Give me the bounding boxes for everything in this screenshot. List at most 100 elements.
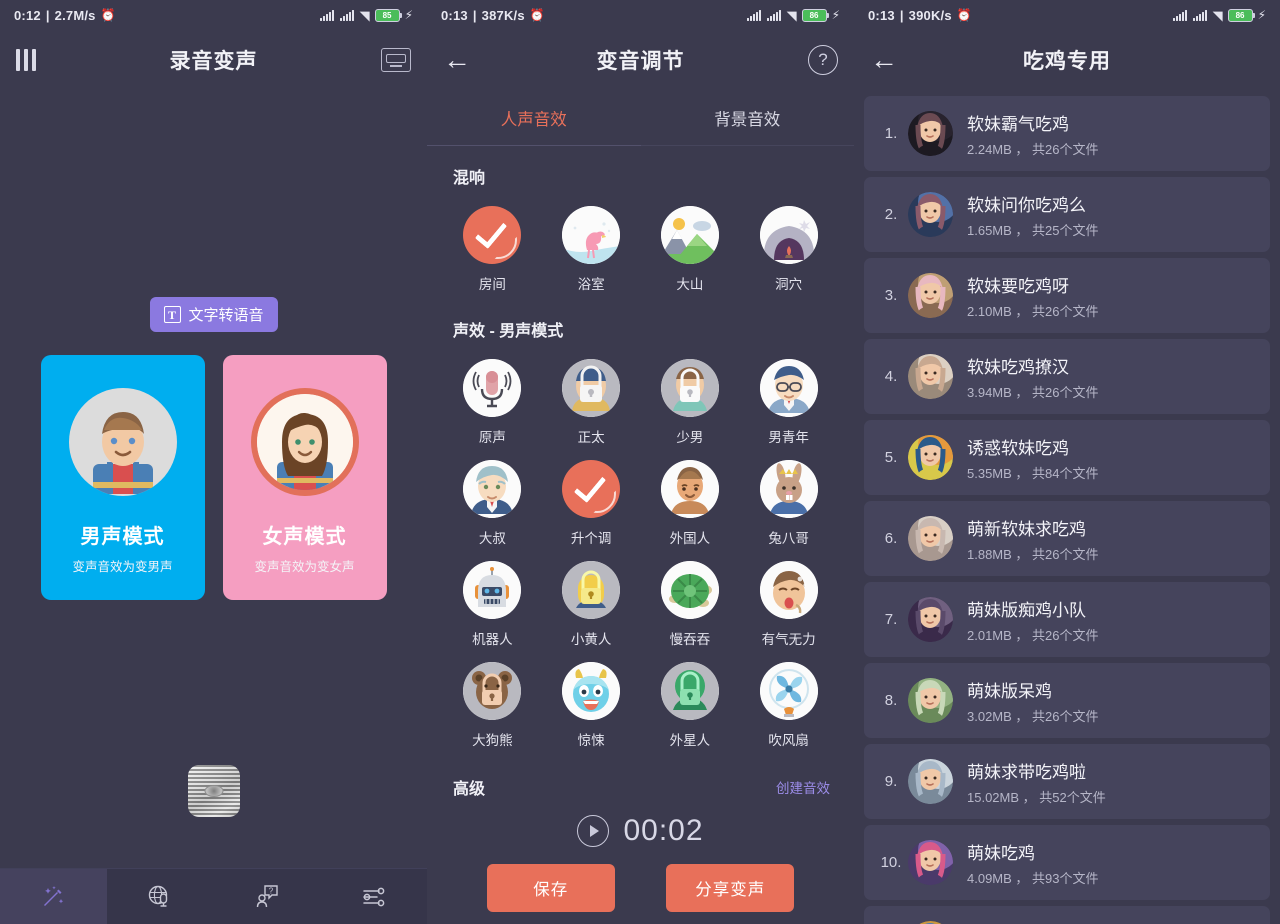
status-speed: 390K/s bbox=[908, 7, 952, 23]
voice-pack-row[interactable]: 3. 软妹要吃鸡呀 2.10MB ， 共26个文件 bbox=[864, 258, 1270, 333]
effect-item-label: 惊悚 bbox=[577, 733, 605, 748]
voice-pack-row[interactable]: 9. 萌妹求带吃鸡啦 15.02MB ， 共52个文件 bbox=[864, 744, 1270, 819]
male-avatar bbox=[68, 388, 177, 496]
title-bar-2: ← 变音调节 ? bbox=[427, 30, 854, 90]
effect-item-slow[interactable]: 慢吞吞 bbox=[641, 553, 740, 654]
section-effects-title: 声效 - 男声模式 bbox=[427, 299, 854, 347]
back-button[interactable]: ← bbox=[870, 46, 898, 74]
status-sep: | bbox=[472, 7, 477, 23]
effect-item-label: 外星人 bbox=[669, 733, 711, 748]
pack-title: 诱惑软妹吃鸡 bbox=[967, 438, 1069, 458]
play-icon[interactable] bbox=[577, 815, 610, 847]
mountain-icon bbox=[660, 206, 719, 264]
alarm-icon: ⏰ bbox=[529, 8, 545, 22]
voice-pack-row[interactable]: 6. 萌新软妹求吃鸡 1.88MB ， 共26个文件 bbox=[864, 501, 1270, 576]
row-index: 9. bbox=[884, 773, 898, 790]
text-to-speech-button[interactable]: T 文字转语音 bbox=[149, 297, 278, 332]
old-man-icon bbox=[463, 460, 522, 518]
tab-background-effects[interactable]: 背景音效 bbox=[641, 90, 855, 145]
cave-icon bbox=[759, 206, 818, 264]
effect-tabs: 人声音效 背景音效 bbox=[427, 90, 854, 146]
voice-pack-row[interactable]: 1. 软妹霸气吃鸡 2.24MB ， 共26个文件 bbox=[864, 96, 1270, 171]
status-speed: 2.7M/s bbox=[54, 7, 96, 23]
hamburger-icon[interactable] bbox=[16, 49, 36, 71]
male-mode-subtitle: 变声音效为变男声 bbox=[72, 560, 173, 574]
avatar bbox=[908, 111, 953, 156]
reverb-grid: 房间 浴室 大山 洞穴 bbox=[427, 194, 854, 299]
wifi-icon: ◥ bbox=[359, 7, 370, 23]
effect-item-teen[interactable]: 少男 bbox=[641, 351, 740, 452]
status-sep: | bbox=[45, 7, 50, 23]
effect-item-label: 大狗熊 bbox=[472, 733, 513, 748]
recordings-button[interactable] bbox=[381, 48, 411, 72]
effect-item-young-man[interactable]: 男青年 bbox=[739, 351, 838, 452]
row-index: 2. bbox=[884, 206, 898, 223]
rabbit-icon bbox=[759, 460, 818, 518]
nav-item-changer[interactable] bbox=[0, 869, 107, 924]
female-mode-card[interactable]: 女声模式 变声音效为变女声 bbox=[222, 355, 387, 600]
pack-title: 萌妹吃鸡 bbox=[967, 843, 1035, 863]
playback-timer: 00:02 bbox=[623, 814, 704, 847]
tab-voice-effects[interactable]: 人声音效 bbox=[427, 90, 641, 146]
settings-sliders-icon bbox=[362, 887, 384, 906]
robot-icon bbox=[463, 561, 522, 619]
status-sep: | bbox=[899, 7, 904, 23]
reverb-item-bathroom[interactable]: 浴室 bbox=[542, 198, 641, 299]
create-effect-link[interactable]: 创建音效 bbox=[776, 777, 854, 797]
wifi-icon: ◥ bbox=[1212, 7, 1223, 23]
help-button[interactable]: ? bbox=[808, 45, 838, 75]
audio-player: 00:02 bbox=[427, 814, 854, 848]
panel-pubg-pack-list: 0:13 | 390K/s ⏰ ◥ 86 ⚡ ← 吃鸡专用 1. 软妹霸气吃鸡 2.… bbox=[854, 0, 1280, 924]
voice-pack-row[interactable]: 4. 软妹吃鸡撩汉 3.94MB ， 共26个文件 bbox=[864, 339, 1270, 414]
effect-item-label: 机器人 bbox=[472, 632, 513, 647]
voice-pack-row[interactable]: 7. 萌妹版痴鸡小队 2.01MB ， 共26个文件 bbox=[864, 582, 1270, 657]
nav-item-voice-globe[interactable] bbox=[107, 869, 214, 924]
effect-item-label: 有气无力 bbox=[761, 632, 816, 647]
effect-item-minion[interactable]: 小黄人 bbox=[542, 553, 641, 654]
effect-item-horror[interactable]: 惊悚 bbox=[542, 654, 641, 755]
avatar bbox=[908, 759, 953, 804]
effect-item-weak[interactable]: 有气无力 bbox=[739, 553, 838, 654]
reverb-item-mountain[interactable]: 大山 bbox=[641, 198, 740, 299]
nav-item-settings[interactable] bbox=[320, 869, 427, 924]
charging-bolt-icon: ⚡ bbox=[404, 8, 413, 22]
voice-pack-row[interactable]: 10. 萌妹吃鸡 4.09MB ， 共93个文件 bbox=[864, 825, 1270, 900]
voice-pack-row[interactable]: 5. 诱惑软妹吃鸡 5.35MB ， 共84个文件 bbox=[864, 420, 1270, 495]
effect-item-pitch-up[interactable]: 升个调 bbox=[542, 452, 641, 553]
advanced-label: 高级 bbox=[453, 781, 486, 798]
male-mode-card[interactable]: 男声模式 变声音效为变男声 bbox=[40, 355, 205, 600]
effects-label: 声效 - 男声模式 bbox=[453, 323, 564, 340]
female-mode-title: 女声模式 bbox=[262, 526, 347, 548]
effect-item-fan[interactable]: 吹风扇 bbox=[739, 654, 838, 755]
voice-pack-row[interactable]: 2. 软妹问你吃鸡么 1.65MB ， 共25个文件 bbox=[864, 177, 1270, 252]
voice-pack-row[interactable]: 8. 萌妹版呆鸡 3.02MB ， 共26个文件 bbox=[864, 663, 1270, 738]
lock-alien-icon bbox=[660, 662, 719, 720]
avatar bbox=[908, 435, 953, 480]
back-button[interactable]: ← bbox=[443, 46, 471, 74]
effect-item-foreigner[interactable]: 外国人 bbox=[641, 452, 740, 553]
text-to-speech-label: 文字转语音 bbox=[188, 307, 264, 324]
avatar bbox=[908, 597, 953, 642]
row-index: 3. bbox=[884, 287, 898, 304]
share-voice-button[interactable]: 分享变声 bbox=[666, 864, 795, 912]
battery-icon: 85 bbox=[374, 8, 403, 22]
effect-item-label: 男青年 bbox=[768, 430, 809, 445]
nav-item-help[interactable]: ? bbox=[214, 869, 321, 924]
reverb-item-cave[interactable]: 洞穴 bbox=[739, 198, 838, 299]
lock-bear-icon bbox=[463, 662, 522, 720]
reverb-item-room[interactable]: 房间 bbox=[443, 198, 542, 299]
effect-item-original[interactable]: 原声 bbox=[443, 351, 542, 452]
effect-item-robot[interactable]: 机器人 bbox=[443, 553, 542, 654]
pack-title: 软妹吃鸡撩汉 bbox=[967, 357, 1069, 377]
reverb-item-label: 大山 bbox=[676, 277, 704, 292]
status-bar-1: 0:12 | 2.7M/s ⏰ ◥ 85 ⚡ bbox=[0, 0, 427, 30]
effect-item-bugs-bunny[interactable]: 兔八哥 bbox=[739, 452, 838, 553]
status-bar-2: 0:13 | 387K/s ⏰ ◥ 86 ⚡ bbox=[427, 0, 854, 30]
effect-item-uncle[interactable]: 大叔 bbox=[443, 452, 542, 553]
save-button[interactable]: 保存 bbox=[486, 864, 615, 912]
pack-meta: 15.02MB ， 共52个文件 bbox=[967, 789, 1106, 805]
effect-item-bear[interactable]: 大狗熊 bbox=[443, 654, 542, 755]
effect-item-boy[interactable]: 正太 bbox=[542, 351, 641, 452]
voice-pack-row[interactable]: 11.绝地求生客服2.02MB ， 共41个文件 bbox=[864, 906, 1270, 924]
effect-item-alien[interactable]: 外星人 bbox=[641, 654, 740, 755]
